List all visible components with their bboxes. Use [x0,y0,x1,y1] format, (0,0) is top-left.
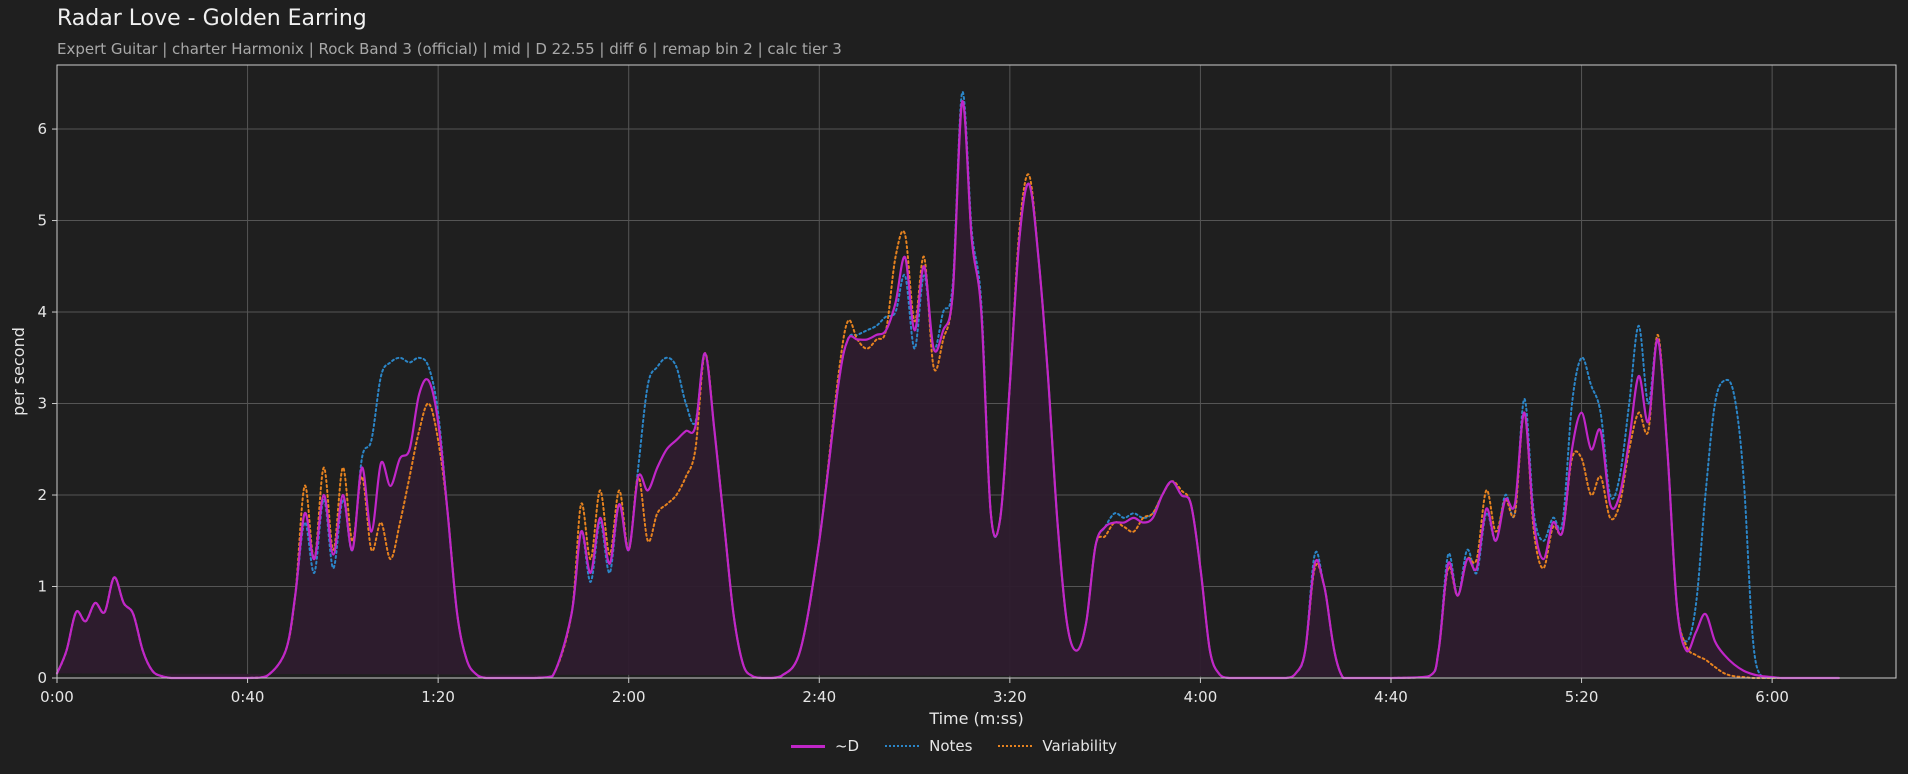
legend-item-difficulty[interactable]: ~D [790,737,860,755]
y-tick-label: 6 [37,120,47,138]
legend-swatch-notes [885,745,920,747]
legend-label-difficulty: ~D [834,737,860,755]
x-tick-label: 0:40 [231,688,265,706]
x-tick-label: 2:00 [612,688,646,706]
legend-label-notes: Notes [929,737,973,755]
y-tick-label: 5 [37,212,47,230]
x-tick-label: 4:40 [1374,688,1408,706]
x-tick-label: 1:20 [421,688,455,706]
legend-item-notes[interactable]: Notes [885,737,972,755]
x-tick-label: 5:20 [1565,688,1599,706]
legend-label-variability: Variability [1042,737,1118,755]
legend-swatch-difficulty [790,744,825,748]
line-chart: 0:00 0:40 1:20 2:00 2:40 3:20 4:00 4:40 5:20 6:00… [9,64,1897,728]
x-tick-label: 6:00 [1755,688,1789,706]
series-layer [55,91,1840,680]
y-tick-label: 4 [37,303,47,321]
y-axis-label: per second [9,327,28,416]
x-tick-label: 0:00 [40,688,74,706]
x-tick-label: 3:20 [993,688,1027,706]
y-tick-label: 2 [37,486,47,504]
y-tick-label: 3 [37,395,47,413]
y-tick-label: 1 [37,578,47,596]
legend-item-variability[interactable]: Variability [998,737,1117,755]
legend-swatch-variability [998,745,1033,747]
series-area-difficulty [57,101,1839,679]
x-tick-label: 4:00 [1184,688,1218,706]
y-tick-label: 0 [37,669,47,687]
legend: ~D Notes Variability [0,737,1908,755]
x-tick-label: 2:40 [802,688,836,706]
x-axis-label: Time (m:ss) [928,709,1023,728]
